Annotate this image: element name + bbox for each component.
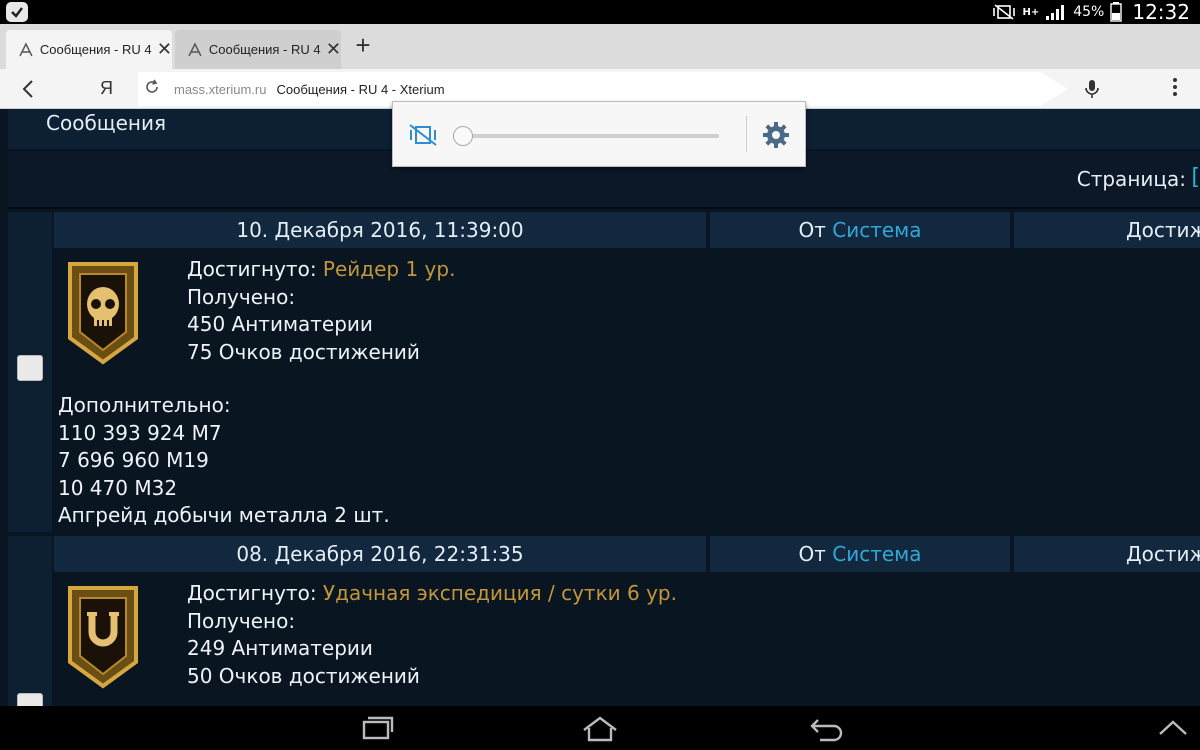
received-label: Получено: (187, 608, 296, 633)
message-date: 10. Декабря 2016, 11:39:00 (54, 212, 706, 248)
reload-icon[interactable] (144, 79, 174, 100)
gear-icon[interactable] (761, 120, 791, 150)
reached-label: Достигнуто: (187, 257, 323, 281)
extra-info: Дополнительно: 110 393 924 M7 7 696 960 … (58, 392, 390, 530)
sender-link[interactable]: Система (832, 542, 921, 566)
home-icon[interactable] (580, 714, 620, 742)
yandex-button[interactable]: Я (100, 78, 113, 99)
horseshoe-emblem-icon (68, 586, 138, 689)
message-row: 08. Декабря 2016, 22:31:35 От Система До… (8, 536, 1200, 706)
message-from: От Система (710, 212, 1010, 248)
message-text: Достигнуто: Рейдер 1 ур. Получено: 450 А… (187, 256, 455, 366)
reward-line: 249 Антиматерии (187, 636, 373, 660)
chevron-left-icon (22, 80, 33, 98)
extra-label: Дополнительно: (58, 393, 231, 417)
notification-app-icon (6, 2, 28, 22)
divider (746, 116, 747, 152)
page-content: Сообщения Страница: [ 10. Декабря 2016, … (0, 109, 1200, 706)
from-prefix: От (798, 218, 833, 242)
xterium-favicon-icon (188, 41, 202, 56)
browser-tab-1[interactable]: Сообщения - RU 4 - Xterium ✕ (6, 30, 172, 69)
more-vert-icon (1173, 78, 1177, 96)
extra-line: 10 470 M32 (58, 475, 178, 500)
url-domain: mass.xterium.ru (174, 81, 267, 97)
status-bar: H+ 45% 12:32 (0, 0, 1200, 24)
close-tab-icon[interactable]: ✕ (157, 39, 172, 60)
close-tab-icon[interactable]: ✕ (326, 39, 341, 60)
navigation-bar (0, 706, 1200, 750)
recent-apps-icon[interactable] (358, 714, 394, 742)
network-type-label: H+ (1022, 6, 1040, 18)
vibrate-mute-icon (993, 4, 1016, 20)
sender-link[interactable]: Система (832, 218, 921, 242)
message-date: 08. Декабря 2016, 22:31:35 (54, 536, 706, 572)
pager-label: Страница: (1076, 167, 1186, 191)
tab-title: Сообщения - RU 4 - Xterium (208, 42, 324, 57)
microphone-button[interactable] (1082, 77, 1102, 101)
xterium-favicon-icon (19, 41, 33, 56)
back-button[interactable] (18, 75, 42, 103)
from-prefix: От (798, 542, 833, 566)
reached-line: Достигнуто: Удачная экспедиция / сутки 6… (187, 580, 677, 608)
vibrate-mute-icon[interactable] (407, 122, 439, 148)
skull-emblem-icon (68, 262, 138, 365)
tab-title: Сообщения - RU 4 - Xterium (39, 42, 155, 57)
checkbox-column (8, 536, 52, 706)
volume-popup (392, 101, 806, 167)
achievement-name: Удачная экспедиция / сутки 6 ур. (322, 581, 677, 605)
message-row: 10. Декабря 2016, 11:39:00 От Система До… (8, 212, 1200, 532)
volume-slider[interactable] (453, 126, 719, 146)
reward-line: 450 Антиматерии (187, 312, 373, 336)
battery-icon (1110, 2, 1123, 22)
message-text: Достигнуто: Удачная экспедиция / сутки 6… (187, 580, 677, 690)
page-title: Сообщения (46, 111, 167, 135)
message-body: Достигнуто: Удачная экспедиция / сутки 6… (52, 574, 1200, 706)
microphone-icon (1085, 80, 1099, 98)
achievement-header: Достижение (1014, 212, 1200, 248)
signal-icon (1046, 5, 1065, 20)
received-label: Получено: (187, 284, 296, 309)
volume-slider-thumb[interactable] (453, 126, 473, 146)
extra-line: 110 393 924 M7 (58, 420, 222, 445)
reward-line: 50 Очков достижений (187, 663, 420, 688)
checkbox-column (8, 212, 52, 532)
reached-line: Достигнуто: Рейдер 1 ур. (187, 256, 455, 284)
url-page-title: Сообщения - RU 4 - Xterium (276, 81, 445, 97)
pager-link[interactable]: [ (1191, 165, 1200, 190)
achievement-header: Достижение (1014, 536, 1200, 572)
message-checkbox[interactable] (17, 693, 43, 706)
message-checkbox[interactable] (17, 355, 43, 381)
reached-label: Достигнуто: (187, 581, 323, 605)
chevron-up-icon[interactable] (1156, 714, 1190, 742)
browser-tab-2[interactable]: Сообщения - RU 4 - Xterium ✕ (175, 30, 341, 69)
message-body: Достигнуто: Рейдер 1 ур. Получено: 450 А… (52, 250, 1200, 532)
extra-line: 7 696 960 M19 (58, 448, 209, 472)
extra-line: Апгрейд добычи металла 2 шт. (58, 503, 390, 527)
tab-strip: Сообщения - RU 4 - Xterium ✕ Сообщения -… (0, 24, 1200, 69)
new-tab-button[interactable]: + (348, 30, 378, 60)
overflow-menu-button[interactable] (1165, 77, 1185, 101)
achievement-name: Рейдер 1 ур. (322, 257, 456, 281)
battery-percent: 45% (1073, 4, 1105, 20)
message-from: От Система (710, 536, 1010, 572)
back-nav-icon[interactable] (808, 714, 844, 742)
clock: 12:32 (1132, 0, 1190, 24)
reward-line: 75 Очков достижений (187, 339, 420, 364)
